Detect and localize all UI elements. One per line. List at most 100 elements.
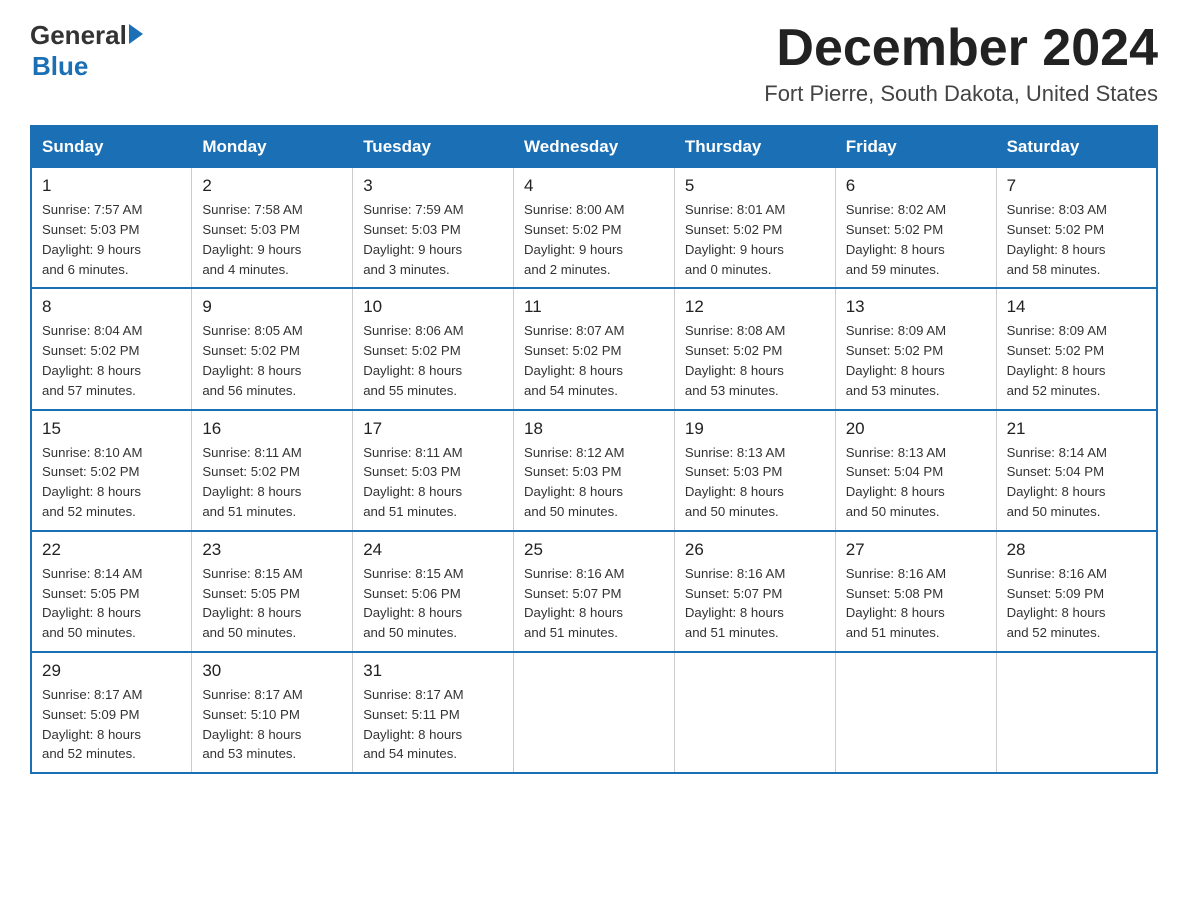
- header: General Blue December 2024 Fort Pierre, …: [30, 20, 1158, 107]
- table-row: 5 Sunrise: 8:01 AMSunset: 5:02 PMDayligh…: [674, 168, 835, 289]
- day-number: 5: [685, 176, 825, 196]
- day-info: Sunrise: 8:04 AMSunset: 5:02 PMDaylight:…: [42, 321, 181, 400]
- day-number: 10: [363, 297, 503, 317]
- header-thursday: Thursday: [674, 126, 835, 168]
- calendar-week-row: 22 Sunrise: 8:14 AMSunset: 5:05 PMDaylig…: [31, 531, 1157, 652]
- day-number: 30: [202, 661, 342, 681]
- day-number: 27: [846, 540, 986, 560]
- day-info: Sunrise: 8:14 AMSunset: 5:05 PMDaylight:…: [42, 564, 181, 643]
- calendar-header-row: Sunday Monday Tuesday Wednesday Thursday…: [31, 126, 1157, 168]
- table-row: 18 Sunrise: 8:12 AMSunset: 5:03 PMDaylig…: [514, 410, 675, 531]
- table-row: 11 Sunrise: 8:07 AMSunset: 5:02 PMDaylig…: [514, 288, 675, 409]
- day-info: Sunrise: 8:14 AMSunset: 5:04 PMDaylight:…: [1007, 443, 1146, 522]
- header-monday: Monday: [192, 126, 353, 168]
- day-number: 9: [202, 297, 342, 317]
- day-number: 24: [363, 540, 503, 560]
- table-row: 1 Sunrise: 7:57 AMSunset: 5:03 PMDayligh…: [31, 168, 192, 289]
- day-info: Sunrise: 8:17 AMSunset: 5:09 PMDaylight:…: [42, 685, 181, 764]
- day-info: Sunrise: 8:00 AMSunset: 5:02 PMDaylight:…: [524, 200, 664, 279]
- day-info: Sunrise: 8:13 AMSunset: 5:04 PMDaylight:…: [846, 443, 986, 522]
- day-number: 14: [1007, 297, 1146, 317]
- day-number: 13: [846, 297, 986, 317]
- day-info: Sunrise: 8:16 AMSunset: 5:07 PMDaylight:…: [685, 564, 825, 643]
- day-info: Sunrise: 8:05 AMSunset: 5:02 PMDaylight:…: [202, 321, 342, 400]
- table-row: 24 Sunrise: 8:15 AMSunset: 5:06 PMDaylig…: [353, 531, 514, 652]
- day-number: 23: [202, 540, 342, 560]
- day-number: 8: [42, 297, 181, 317]
- day-info: Sunrise: 8:03 AMSunset: 5:02 PMDaylight:…: [1007, 200, 1146, 279]
- table-row: 12 Sunrise: 8:08 AMSunset: 5:02 PMDaylig…: [674, 288, 835, 409]
- table-row: 2 Sunrise: 7:58 AMSunset: 5:03 PMDayligh…: [192, 168, 353, 289]
- day-number: 16: [202, 419, 342, 439]
- day-info: Sunrise: 8:16 AMSunset: 5:08 PMDaylight:…: [846, 564, 986, 643]
- day-info: Sunrise: 8:12 AMSunset: 5:03 PMDaylight:…: [524, 443, 664, 522]
- table-row: 8 Sunrise: 8:04 AMSunset: 5:02 PMDayligh…: [31, 288, 192, 409]
- table-row: 17 Sunrise: 8:11 AMSunset: 5:03 PMDaylig…: [353, 410, 514, 531]
- table-row: 23 Sunrise: 8:15 AMSunset: 5:05 PMDaylig…: [192, 531, 353, 652]
- day-info: Sunrise: 8:11 AMSunset: 5:02 PMDaylight:…: [202, 443, 342, 522]
- header-friday: Friday: [835, 126, 996, 168]
- day-number: 6: [846, 176, 986, 196]
- day-info: Sunrise: 8:17 AMSunset: 5:10 PMDaylight:…: [202, 685, 342, 764]
- table-row: [835, 652, 996, 773]
- day-number: 1: [42, 176, 181, 196]
- day-number: 12: [685, 297, 825, 317]
- day-info: Sunrise: 7:59 AMSunset: 5:03 PMDaylight:…: [363, 200, 503, 279]
- logo: General Blue: [30, 20, 143, 82]
- logo-arrow-icon: [129, 24, 143, 44]
- day-number: 21: [1007, 419, 1146, 439]
- day-info: Sunrise: 8:11 AMSunset: 5:03 PMDaylight:…: [363, 443, 503, 522]
- day-info: Sunrise: 8:16 AMSunset: 5:09 PMDaylight:…: [1007, 564, 1146, 643]
- day-number: 29: [42, 661, 181, 681]
- page-title: December 2024: [764, 20, 1158, 77]
- table-row: 22 Sunrise: 8:14 AMSunset: 5:05 PMDaylig…: [31, 531, 192, 652]
- day-info: Sunrise: 7:57 AMSunset: 5:03 PMDaylight:…: [42, 200, 181, 279]
- day-info: Sunrise: 8:07 AMSunset: 5:02 PMDaylight:…: [524, 321, 664, 400]
- table-row: [674, 652, 835, 773]
- calendar-week-row: 1 Sunrise: 7:57 AMSunset: 5:03 PMDayligh…: [31, 168, 1157, 289]
- calendar-week-row: 8 Sunrise: 8:04 AMSunset: 5:02 PMDayligh…: [31, 288, 1157, 409]
- table-row: 4 Sunrise: 8:00 AMSunset: 5:02 PMDayligh…: [514, 168, 675, 289]
- table-row: [996, 652, 1157, 773]
- day-info: Sunrise: 8:09 AMSunset: 5:02 PMDaylight:…: [1007, 321, 1146, 400]
- day-info: Sunrise: 8:09 AMSunset: 5:02 PMDaylight:…: [846, 321, 986, 400]
- table-row: 14 Sunrise: 8:09 AMSunset: 5:02 PMDaylig…: [996, 288, 1157, 409]
- logo-blue-text: Blue: [32, 51, 143, 82]
- table-row: 28 Sunrise: 8:16 AMSunset: 5:09 PMDaylig…: [996, 531, 1157, 652]
- title-area: December 2024 Fort Pierre, South Dakota,…: [764, 20, 1158, 107]
- day-number: 25: [524, 540, 664, 560]
- day-number: 2: [202, 176, 342, 196]
- table-row: 6 Sunrise: 8:02 AMSunset: 5:02 PMDayligh…: [835, 168, 996, 289]
- table-row: 10 Sunrise: 8:06 AMSunset: 5:02 PMDaylig…: [353, 288, 514, 409]
- day-number: 18: [524, 419, 664, 439]
- calendar-week-row: 15 Sunrise: 8:10 AMSunset: 5:02 PMDaylig…: [31, 410, 1157, 531]
- table-row: 31 Sunrise: 8:17 AMSunset: 5:11 PMDaylig…: [353, 652, 514, 773]
- logo-general-text: General: [30, 20, 127, 51]
- table-row: 29 Sunrise: 8:17 AMSunset: 5:09 PMDaylig…: [31, 652, 192, 773]
- header-saturday: Saturday: [996, 126, 1157, 168]
- day-number: 26: [685, 540, 825, 560]
- day-info: Sunrise: 8:15 AMSunset: 5:05 PMDaylight:…: [202, 564, 342, 643]
- table-row: 16 Sunrise: 8:11 AMSunset: 5:02 PMDaylig…: [192, 410, 353, 531]
- day-number: 3: [363, 176, 503, 196]
- day-info: Sunrise: 8:17 AMSunset: 5:11 PMDaylight:…: [363, 685, 503, 764]
- header-sunday: Sunday: [31, 126, 192, 168]
- table-row: 26 Sunrise: 8:16 AMSunset: 5:07 PMDaylig…: [674, 531, 835, 652]
- table-row: 9 Sunrise: 8:05 AMSunset: 5:02 PMDayligh…: [192, 288, 353, 409]
- day-number: 7: [1007, 176, 1146, 196]
- table-row: 27 Sunrise: 8:16 AMSunset: 5:08 PMDaylig…: [835, 531, 996, 652]
- table-row: [514, 652, 675, 773]
- day-info: Sunrise: 7:58 AMSunset: 5:03 PMDaylight:…: [202, 200, 342, 279]
- table-row: 19 Sunrise: 8:13 AMSunset: 5:03 PMDaylig…: [674, 410, 835, 531]
- day-info: Sunrise: 8:16 AMSunset: 5:07 PMDaylight:…: [524, 564, 664, 643]
- day-number: 28: [1007, 540, 1146, 560]
- table-row: 20 Sunrise: 8:13 AMSunset: 5:04 PMDaylig…: [835, 410, 996, 531]
- day-number: 22: [42, 540, 181, 560]
- table-row: 15 Sunrise: 8:10 AMSunset: 5:02 PMDaylig…: [31, 410, 192, 531]
- day-number: 4: [524, 176, 664, 196]
- table-row: 30 Sunrise: 8:17 AMSunset: 5:10 PMDaylig…: [192, 652, 353, 773]
- day-info: Sunrise: 8:06 AMSunset: 5:02 PMDaylight:…: [363, 321, 503, 400]
- day-info: Sunrise: 8:08 AMSunset: 5:02 PMDaylight:…: [685, 321, 825, 400]
- table-row: 3 Sunrise: 7:59 AMSunset: 5:03 PMDayligh…: [353, 168, 514, 289]
- header-tuesday: Tuesday: [353, 126, 514, 168]
